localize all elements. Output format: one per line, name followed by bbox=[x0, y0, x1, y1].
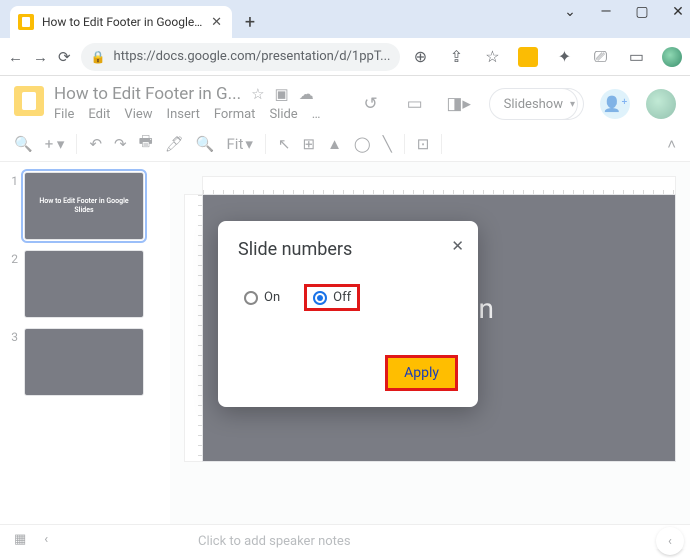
paint-format-icon[interactable]: 🖊 bbox=[165, 135, 184, 153]
prev-slide-icon[interactable]: ‹ bbox=[44, 532, 48, 547]
extension-icon[interactable] bbox=[518, 47, 538, 67]
notes-placeholder: Click to add speaker notes bbox=[198, 534, 351, 549]
menu-format[interactable]: Format bbox=[214, 107, 256, 122]
undo-icon[interactable]: ↶ bbox=[89, 135, 102, 153]
extensions-icon[interactable]: ✦ bbox=[554, 47, 574, 67]
slide-thumbnail[interactable]: How to Edit Footer in Google Slides bbox=[24, 172, 144, 240]
close-dialog-icon[interactable]: ✕ bbox=[451, 237, 464, 255]
slideshow-label: Slideshow bbox=[504, 97, 563, 112]
maximize-icon[interactable]: ▢ bbox=[636, 6, 648, 18]
star-icon[interactable]: ☆ bbox=[482, 47, 502, 67]
explore-icon[interactable]: ▦ bbox=[14, 532, 26, 547]
thumb-number: 2 bbox=[8, 250, 18, 266]
new-tab-button[interactable]: + bbox=[238, 10, 262, 34]
thumb-row: 2 bbox=[8, 250, 162, 318]
camera-icon[interactable]: ◨▸ bbox=[445, 90, 473, 118]
radio-off-label: Off bbox=[333, 290, 351, 305]
radio-group: On Off bbox=[238, 284, 458, 311]
slideshow-dropdown[interactable]: ▾ bbox=[562, 88, 584, 120]
tab-title: How to Edit Footer in Google Slid bbox=[42, 15, 203, 29]
radio-off[interactable]: Off bbox=[304, 284, 360, 311]
ruler-horizontal bbox=[202, 176, 676, 194]
menu-insert[interactable]: Insert bbox=[167, 107, 200, 122]
chevron-down-icon[interactable]: ⌄ bbox=[564, 6, 576, 18]
radio-icon bbox=[244, 291, 258, 305]
hide-panel-button[interactable]: ‹ bbox=[656, 527, 684, 555]
cloud-status-icon[interactable]: ☁ bbox=[299, 85, 314, 103]
omnibox-actions: ⊕ ⇪ ☆ ✦ ⎚ ▭ ⋮ bbox=[410, 47, 690, 67]
header-actions: ↺ ▭ ◨▸ Slideshow ▾ 👤⁺ bbox=[357, 84, 676, 120]
toolbar: 🔍 + ▾ ↶ ↷ 🖶 🖊 🔍 Fit ▾ ↖ ⊞ ▲ ◯ ╲ ⊡ ˄ bbox=[0, 126, 690, 162]
speaker-notes[interactable]: ▦ ‹ Click to add speaker notes ‹ bbox=[0, 524, 690, 558]
zoom-icon[interactable]: ⊕ bbox=[410, 47, 430, 67]
lock-icon: 🔒 bbox=[91, 50, 106, 64]
url-text: https://docs.google.com/presentation/d/1… bbox=[114, 49, 391, 64]
zoom-tool-icon[interactable]: 🔍 bbox=[196, 135, 215, 153]
profile-avatar-icon[interactable] bbox=[662, 47, 682, 67]
close-window-icon[interactable]: ✕ bbox=[672, 6, 684, 18]
slides-favicon bbox=[18, 14, 34, 30]
address-bar[interactable]: 🔒 https://docs.google.com/presentation/d… bbox=[81, 43, 401, 71]
select-tool-icon[interactable]: ↖ bbox=[278, 135, 291, 153]
back-icon[interactable]: ← bbox=[8, 46, 23, 68]
slide-thumbnail[interactable] bbox=[24, 328, 144, 396]
cast-icon[interactable]: ⎚ bbox=[590, 47, 610, 67]
app-header: How to Edit Footer in G... ☆ ▣ ☁ File Ed… bbox=[0, 76, 690, 122]
share-button[interactable]: 👤⁺ bbox=[600, 89, 630, 119]
transition-icon[interactable]: ⊡ bbox=[417, 135, 430, 153]
close-tab-icon[interactable]: ✕ bbox=[211, 15, 222, 30]
line-icon[interactable]: ╲ bbox=[383, 135, 392, 153]
star-doc-icon[interactable]: ☆ bbox=[251, 85, 264, 103]
textbox-icon[interactable]: ⊞ bbox=[302, 135, 315, 153]
thumb-row: 3 bbox=[8, 328, 162, 396]
browser-titlebar: How to Edit Footer in Google Slid ✕ + ⌄ … bbox=[0, 0, 690, 38]
apply-button[interactable]: Apply bbox=[385, 355, 458, 391]
thumb-number: 3 bbox=[8, 328, 18, 344]
radio-on[interactable]: On bbox=[238, 287, 286, 308]
new-slide-icon[interactable]: + ▾ bbox=[45, 135, 65, 153]
window-controls: ⌄ — ▢ ✕ bbox=[564, 6, 684, 18]
share-icon[interactable]: ⇪ bbox=[446, 47, 466, 67]
menu-file[interactable]: File bbox=[54, 107, 74, 122]
radio-icon bbox=[313, 291, 327, 305]
menu-edit[interactable]: Edit bbox=[88, 107, 110, 122]
search-menu-icon[interactable]: 🔍 bbox=[14, 135, 33, 153]
image-icon[interactable]: ▲ bbox=[327, 135, 342, 153]
history-icon[interactable]: ↺ bbox=[357, 90, 385, 118]
ruler-vertical bbox=[184, 194, 202, 462]
radio-on-label: On bbox=[264, 290, 280, 305]
menu-slide[interactable]: Slide bbox=[269, 107, 297, 122]
menu-bar: File Edit View Insert Format Slide … bbox=[54, 107, 347, 122]
move-icon[interactable]: ▣ bbox=[275, 85, 289, 103]
collapse-toolbar-icon[interactable]: ˄ bbox=[667, 135, 676, 153]
slides-logo-icon[interactable] bbox=[14, 86, 44, 116]
menu-view[interactable]: View bbox=[124, 107, 152, 122]
thumb-row: 1 How to Edit Footer in Google Slides bbox=[8, 172, 162, 240]
doc-title[interactable]: How to Edit Footer in G... bbox=[54, 84, 241, 104]
account-avatar[interactable] bbox=[646, 89, 676, 119]
thumbnail-panel: 1 How to Edit Footer in Google Slides 2 … bbox=[0, 162, 170, 524]
forward-icon[interactable]: → bbox=[33, 46, 48, 68]
dialog-title: Slide numbers bbox=[238, 239, 458, 260]
shape-icon[interactable]: ◯ bbox=[354, 135, 371, 153]
reader-icon[interactable]: ▭ bbox=[626, 47, 646, 67]
browser-toolbar: ← → ⟳ 🔒 https://docs.google.com/presenta… bbox=[0, 38, 690, 76]
present-comments-icon[interactable]: ▭ bbox=[401, 90, 429, 118]
doc-title-row: How to Edit Footer in G... ☆ ▣ ☁ bbox=[54, 84, 347, 104]
zoom-fit[interactable]: Fit ▾ bbox=[227, 135, 253, 153]
menu-more[interactable]: … bbox=[312, 107, 321, 122]
slide-thumbnail[interactable] bbox=[24, 250, 144, 318]
thumb-number: 1 bbox=[8, 172, 18, 188]
minimize-icon[interactable]: — bbox=[600, 6, 612, 18]
slide-numbers-dialog: Slide numbers ✕ On Off Apply bbox=[218, 221, 478, 407]
print-icon[interactable]: 🖶 bbox=[139, 131, 153, 156]
reload-icon[interactable]: ⟳ bbox=[58, 46, 71, 68]
browser-tab[interactable]: How to Edit Footer in Google Slid ✕ bbox=[10, 6, 232, 38]
redo-icon[interactable]: ↷ bbox=[114, 135, 127, 153]
